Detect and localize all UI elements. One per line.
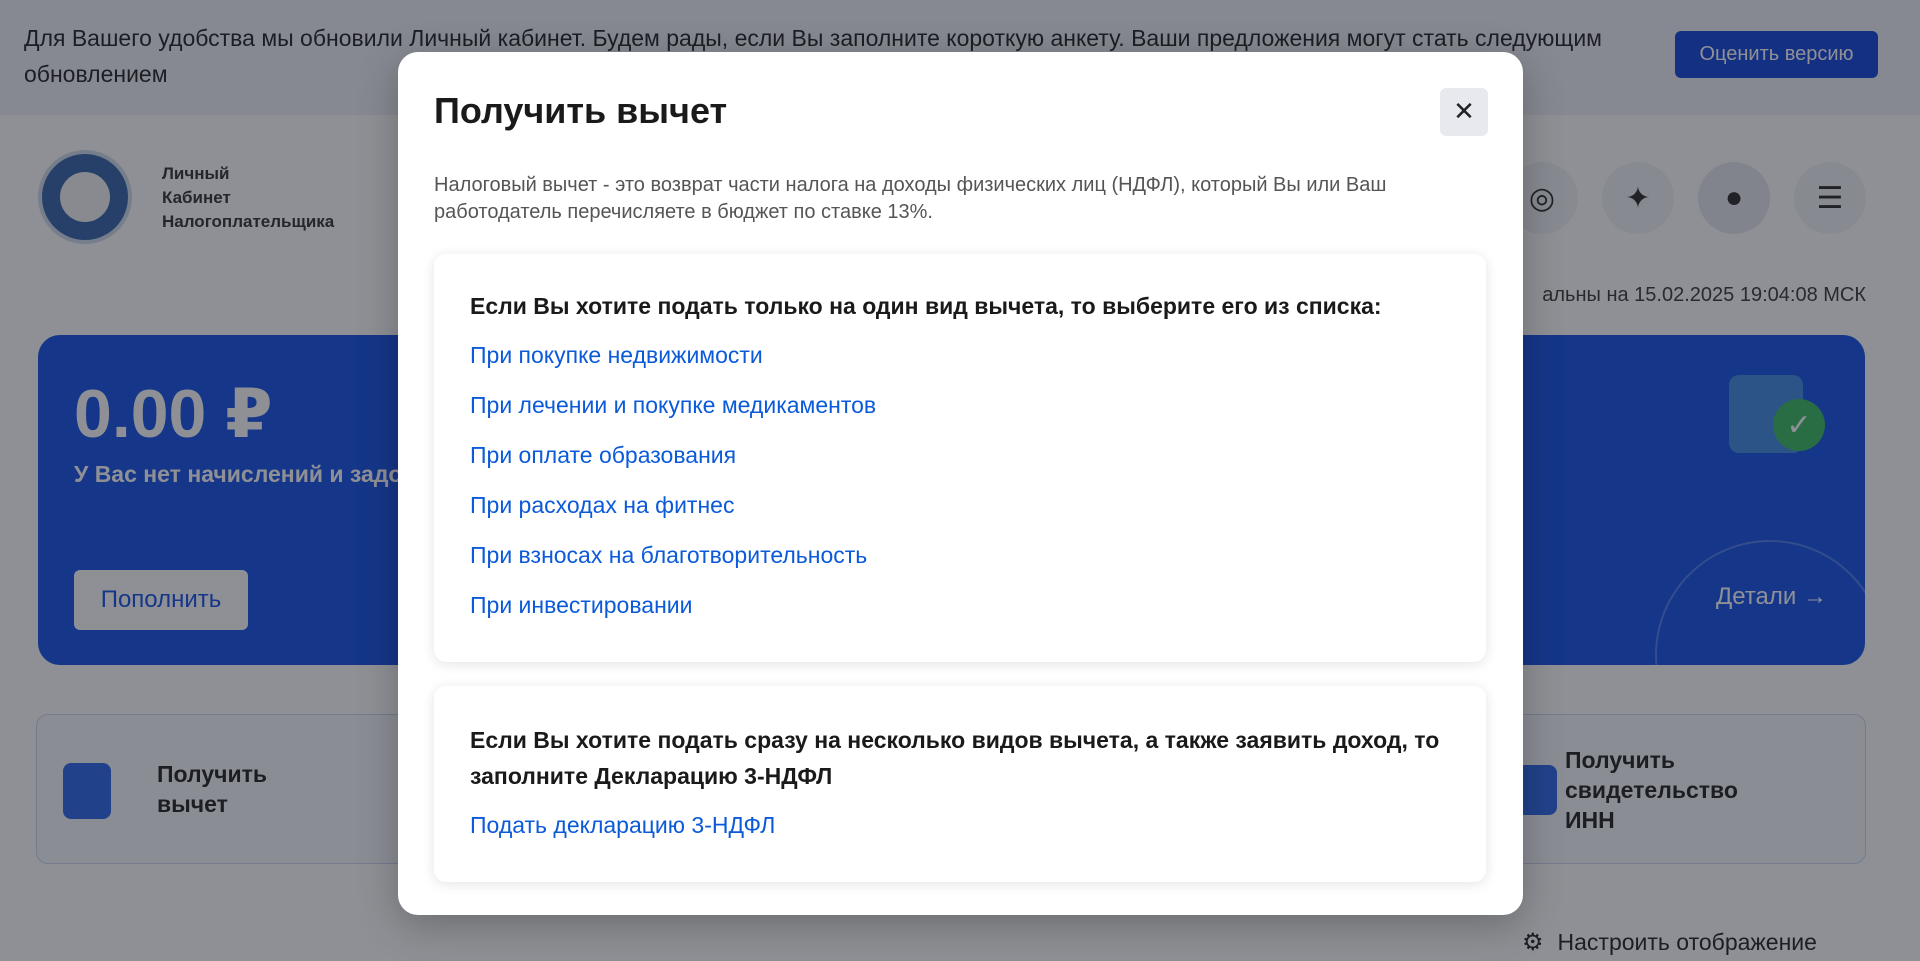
close-icon: ✕ — [1453, 97, 1475, 127]
link-fitness[interactable]: При расходах на фитнес — [470, 492, 734, 518]
deduction-modal: Получить вычет ✕ Налоговый вычет - это в… — [398, 52, 1523, 915]
list-item: При расходах на фитнес — [470, 490, 876, 540]
link-charity[interactable]: При взносах на благотворительность — [470, 542, 867, 568]
list-item: При взносах на благотворительность — [470, 540, 876, 590]
list-item: При инвестировании — [470, 590, 876, 640]
single-deduction-heading: Если Вы хотите подать только на один вид… — [470, 293, 1382, 319]
submit-declaration-link[interactable]: Подать декларацию 3-НДФЛ — [470, 810, 775, 840]
deduction-type-list: При покупке недвижимости При лечении и п… — [470, 340, 876, 640]
link-medical[interactable]: При лечении и покупке медикаментов — [470, 392, 876, 418]
modal-description: Налоговый вычет - это возврат части нало… — [434, 174, 1387, 223]
close-button[interactable]: ✕ — [1440, 88, 1488, 136]
list-item: При лечении и покупке медикаментов — [470, 390, 876, 440]
declaration-heading: Если Вы хотите подать сразу на несколько… — [470, 727, 1440, 789]
list-item: При покупке недвижимости — [470, 340, 876, 390]
link-real-estate[interactable]: При покупке недвижимости — [470, 342, 763, 368]
link-investment[interactable]: При инвестировании — [470, 592, 692, 618]
link-education[interactable]: При оплате образования — [470, 442, 736, 468]
modal-title: Получить вычет — [434, 90, 728, 131]
list-item: При оплате образования — [470, 440, 876, 490]
single-deduction-panel: Если Вы хотите подать только на один вид… — [434, 254, 1486, 662]
declaration-panel: Если Вы хотите подать сразу на несколько… — [434, 686, 1486, 882]
